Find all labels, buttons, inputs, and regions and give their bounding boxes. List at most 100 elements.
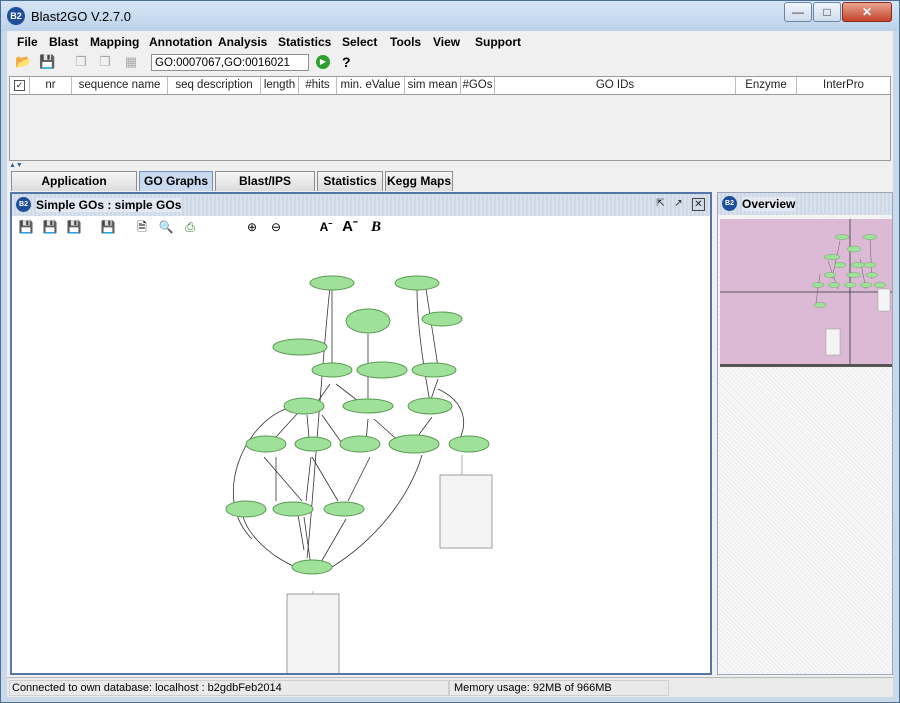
external-window-icon[interactable]: ↗ bbox=[672, 198, 685, 211]
save-data-icon[interactable]: 💾 bbox=[100, 219, 116, 235]
run-icon[interactable]: ▶ bbox=[316, 55, 330, 69]
save-svg-icon[interactable]: 💾 bbox=[42, 219, 58, 235]
menu-annotation[interactable]: Annotation bbox=[149, 35, 212, 49]
go-term-node[interactable] bbox=[388, 434, 440, 454]
save-image-icon[interactable]: 💾 bbox=[18, 219, 34, 235]
minimize-button[interactable]: — bbox=[784, 2, 812, 22]
copy-icon[interactable]: ❐ bbox=[73, 54, 89, 70]
tab-go-graphs[interactable]: GO Graphs bbox=[139, 171, 213, 191]
overview-map[interactable] bbox=[720, 219, 892, 367]
go-term-node[interactable] bbox=[245, 435, 287, 453]
sequence-info-box bbox=[286, 593, 340, 673]
graph-pane-header: B2 Simple GOs : simple GOs ⇱ ↗ ✕ bbox=[12, 194, 710, 216]
overview-pane-header: B2 Overview bbox=[718, 193, 892, 215]
column-seq-description[interactable]: seq description bbox=[168, 77, 261, 94]
table-header: ✓ nr sequence name seq description lengt… bbox=[10, 77, 890, 95]
split-pane-divider[interactable]: ▲▼ bbox=[9, 162, 889, 169]
client-area: File Blast Mapping Annotation Analysis S… bbox=[7, 31, 893, 697]
menu-analysis[interactable]: Analysis bbox=[218, 35, 267, 49]
go-term-node[interactable] bbox=[272, 501, 314, 517]
find-icon[interactable]: 🔍 bbox=[158, 219, 174, 235]
graph-edge bbox=[263, 456, 303, 502]
go-term-node[interactable] bbox=[345, 308, 391, 334]
menu-support[interactable]: Support bbox=[475, 35, 521, 49]
tab-statistics[interactable]: Statistics bbox=[317, 171, 383, 191]
graph-edge bbox=[347, 456, 371, 502]
sequence-info-box bbox=[439, 474, 493, 549]
go-term-node[interactable] bbox=[309, 275, 355, 291]
help-icon[interactable]: ? bbox=[342, 54, 351, 70]
paste-icon[interactable]: ❐ bbox=[97, 54, 113, 70]
select-all-checkbox[interactable]: ✓ bbox=[10, 77, 30, 94]
tab-blast-ips-results[interactable]: Blast/IPS Results bbox=[215, 171, 315, 207]
zoom-out-icon[interactable]: ⊖ bbox=[268, 219, 284, 235]
save-pdf-icon[interactable]: 💾 bbox=[66, 219, 82, 235]
column-interpro[interactable]: InterPro bbox=[797, 77, 890, 94]
menu-select[interactable]: Select bbox=[342, 35, 377, 49]
go-term-node[interactable] bbox=[283, 397, 325, 415]
grid-icon[interactable]: ▦ bbox=[123, 54, 139, 70]
increase-font-icon[interactable]: Aˉ bbox=[342, 219, 358, 235]
menu-statistics[interactable]: Statistics bbox=[278, 35, 331, 49]
b2g-logo-icon: B2 bbox=[7, 7, 25, 25]
connection-status: Connected to own database: localhost : b… bbox=[9, 680, 449, 696]
open-folder-icon[interactable]: 📂 bbox=[15, 54, 31, 70]
go-term-node[interactable] bbox=[407, 397, 453, 415]
column-hits[interactable]: #hits bbox=[299, 77, 337, 94]
bold-font-icon[interactable]: B bbox=[368, 219, 384, 235]
graph-edge bbox=[425, 288, 439, 368]
menu-file[interactable]: File bbox=[17, 35, 38, 49]
go-term-node[interactable] bbox=[339, 435, 381, 453]
go-graph-canvas[interactable] bbox=[12, 239, 710, 673]
go-term-node[interactable] bbox=[311, 362, 353, 378]
go-term-node[interactable] bbox=[342, 398, 394, 414]
menu-tools[interactable]: Tools bbox=[390, 35, 421, 49]
zoom-in-icon[interactable]: ⊕ bbox=[244, 219, 260, 235]
go-term-node[interactable] bbox=[394, 275, 440, 291]
maximize-button[interactable]: □ bbox=[813, 2, 841, 22]
overview-pane: B2 Overview bbox=[717, 192, 893, 675]
graph-edge bbox=[311, 456, 339, 502]
close-pane-icon[interactable]: ✕ bbox=[692, 198, 705, 211]
column-length[interactable]: length bbox=[261, 77, 299, 94]
go-term-node[interactable] bbox=[291, 559, 333, 575]
go-filter-input[interactable]: GO:0007067,GO:0016021 bbox=[151, 54, 309, 71]
go-term-node[interactable] bbox=[356, 361, 408, 379]
menu-mapping[interactable]: Mapping bbox=[90, 35, 139, 49]
column-gos[interactable]: #GOs bbox=[461, 77, 495, 94]
column-nr[interactable]: nr bbox=[30, 77, 72, 94]
tab-kegg-maps[interactable]: Kegg Maps bbox=[385, 171, 453, 191]
minimize-pane-icon[interactable]: ⇱ bbox=[654, 198, 667, 211]
go-term-node[interactable] bbox=[421, 311, 463, 327]
window-title: Blast2GO V.2.7.0 bbox=[31, 9, 131, 24]
menu-blast[interactable]: Blast bbox=[49, 35, 78, 49]
main-toolbar: 📂 💾 ❐ ❐ ▦ GO:0007067,GO:0016021 ▶ ? bbox=[7, 52, 893, 72]
go-term-node[interactable] bbox=[225, 500, 267, 518]
column-sequence-name[interactable]: sequence name bbox=[72, 77, 168, 94]
print-icon[interactable]: ⎙ bbox=[182, 219, 198, 235]
status-bar: Connected to own database: localhost : b… bbox=[7, 677, 893, 697]
column-min-evalue[interactable]: min. eValue bbox=[337, 77, 405, 94]
save-icon[interactable]: 💾 bbox=[39, 54, 55, 70]
column-enzyme[interactable]: Enzyme bbox=[736, 77, 797, 94]
go-term-node[interactable] bbox=[323, 501, 365, 517]
decrease-font-icon[interactable]: Aˉ bbox=[318, 219, 334, 235]
print-preview-icon[interactable]: 🗎 bbox=[134, 219, 150, 235]
main-window: B2 Blast2GO V.2.7.0 — □ ✕ File Blast Map… bbox=[0, 0, 900, 703]
overview-viewport-shading bbox=[720, 219, 892, 364]
go-term-node[interactable] bbox=[272, 338, 328, 356]
menu-view[interactable]: View bbox=[433, 35, 460, 49]
go-term-node[interactable] bbox=[448, 435, 490, 453]
go-term-node[interactable] bbox=[411, 362, 457, 378]
title-bar[interactable]: B2 Blast2GO V.2.7.0 — □ ✕ bbox=[1, 1, 899, 31]
column-sim-mean[interactable]: sim mean bbox=[405, 77, 461, 94]
graph-edge bbox=[305, 456, 312, 502]
column-go-ids[interactable]: GO IDs bbox=[495, 77, 736, 94]
close-button[interactable]: ✕ bbox=[842, 2, 892, 22]
graph-toolbar: 💾 💾 💾 💾 🗎 🔍 ⎙ ⊕ ⊖ Aˉ Aˉ B bbox=[12, 216, 710, 238]
overview-pane-title: Overview bbox=[742, 197, 796, 211]
sequence-table[interactable]: ✓ nr sequence name seq description lengt… bbox=[9, 76, 891, 161]
go-graph-pane: B2 Simple GOs : simple GOs ⇱ ↗ ✕ 💾 💾 💾 💾… bbox=[10, 192, 712, 675]
go-term-node[interactable] bbox=[294, 436, 332, 452]
tab-application-messages[interactable]: Application Messages bbox=[11, 171, 137, 207]
